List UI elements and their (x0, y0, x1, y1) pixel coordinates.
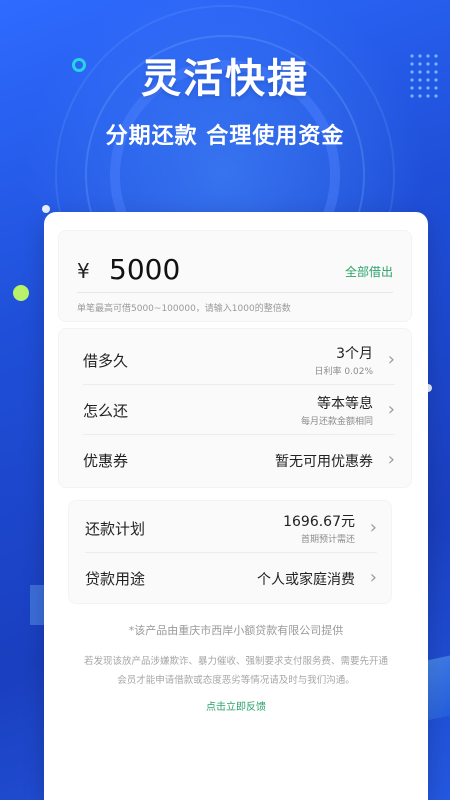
loan-options-section: 借多久 3个月 日利率 0.02% › 怎么还 等本等息 每月还款金额相同 › … (58, 328, 412, 488)
amount-input-row[interactable]: ¥ 5000 全部借出 (77, 253, 393, 293)
hero-subtitle: 分期还款 合理使用资金 (105, 124, 345, 149)
plan-value: 1696.67元 (283, 514, 355, 530)
option-value: 暂无可用优惠券 (275, 454, 373, 470)
option-row-coupon[interactable]: 优惠券 暂无可用优惠券 › (83, 435, 395, 485)
feedback-link[interactable]: 点击立即反馈 (44, 698, 428, 713)
chevron-right-icon: › (387, 349, 395, 370)
amount-section: ¥ 5000 全部借出 单笔最高可借5000~100000，请输入1000的整倍… (58, 230, 412, 322)
plan-section: 还款计划 1696.67元 首期预计需还 › 贷款用途 个人或家庭消费 › (68, 500, 392, 604)
chevron-right-icon: › (369, 567, 377, 588)
borrow-all-button[interactable]: 全部借出 (345, 263, 393, 280)
amount-hint: 单笔最高可借5000~100000，请输入1000的整倍数 (77, 304, 291, 314)
option-row-repay-method[interactable]: 怎么还 等本等息 每月还款金额相同 › (83, 385, 395, 435)
option-label: 优惠券 (83, 452, 129, 470)
decor-white-dot (42, 205, 50, 213)
option-subtext: 日利率 0.02% (314, 367, 373, 377)
fraud-notice: 若发现该放产品涉嫌欺诈、暴力催收、强制要求支付服务费、需要先开通会员才能申请借款… (84, 656, 389, 686)
option-value: 3个月 (336, 346, 373, 362)
plan-row-purpose[interactable]: 贷款用途 个人或家庭消费 › (85, 553, 377, 603)
loan-card: ¥ 5000 全部借出 单笔最高可借5000~100000，请输入1000的整倍… (44, 212, 428, 800)
decor-bar (30, 585, 44, 625)
plan-label: 贷款用途 (85, 570, 146, 588)
option-value: 等本等息 (317, 396, 373, 412)
option-row-term[interactable]: 借多久 3个月 日利率 0.02% › (83, 335, 395, 385)
plan-subtext: 首期预计需还 (300, 535, 355, 545)
plan-label: 还款计划 (85, 520, 146, 538)
option-label: 借多久 (83, 352, 129, 370)
amount-input[interactable]: 5000 (109, 253, 180, 286)
chevron-right-icon: › (387, 449, 395, 470)
hero-title: 灵活快捷 (141, 56, 309, 102)
option-subtext: 每月还款金额相同 (300, 417, 373, 427)
provider-note: *该产品由重庆市西岸小额贷款有限公司提供 (128, 624, 344, 637)
decor-green-dot (13, 285, 29, 301)
plan-value: 个人或家庭消费 (257, 572, 355, 588)
chevron-right-icon: › (387, 399, 395, 420)
currency-symbol: ¥ (77, 259, 90, 283)
option-label: 怎么还 (83, 402, 129, 420)
chevron-right-icon: › (369, 517, 377, 538)
plan-row-schedule[interactable]: 还款计划 1696.67元 首期预计需还 › (85, 503, 377, 553)
